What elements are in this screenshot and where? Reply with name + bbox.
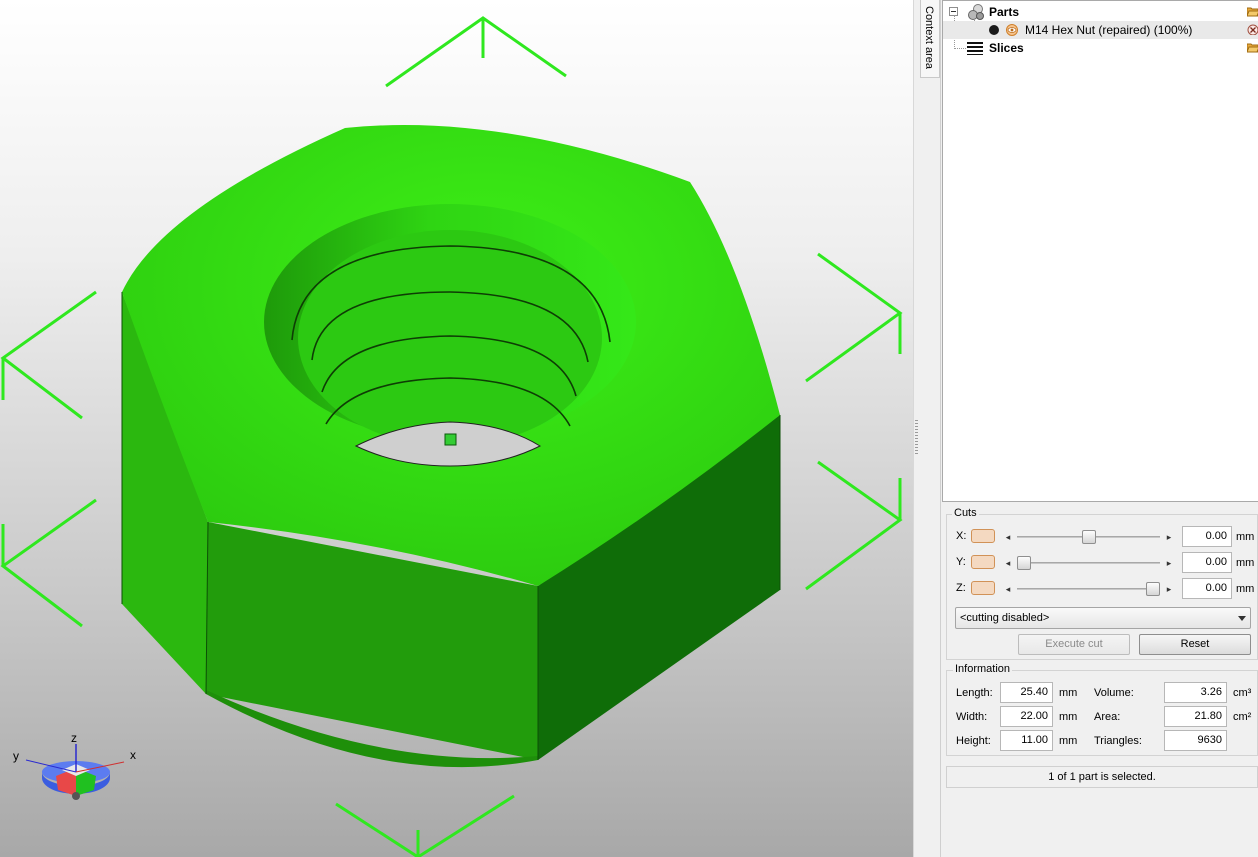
cutting-mode-value: <cutting disabled>: [960, 612, 1050, 624]
context-strip: Context area: [919, 0, 941, 857]
part-dot-icon: [989, 25, 999, 35]
cut-slider-z[interactable]: ◂ ▸: [1003, 581, 1174, 597]
tree-item-part[interactable]: M14 Hex Nut (repaired) (100%): [943, 21, 1258, 39]
cut-slider-x[interactable]: ◂ ▸: [1003, 529, 1174, 545]
information-title: Information: [953, 663, 1013, 675]
length-unit: mm: [1059, 687, 1078, 699]
tree-item-slices[interactable]: Slices: [943, 39, 1258, 57]
width-label: Width:: [956, 711, 988, 723]
height-label: Height:: [956, 735, 991, 747]
chevron-down-icon: [1238, 616, 1246, 621]
triangles-label: Triangles:: [1094, 735, 1142, 747]
width-value: 22.00: [1000, 706, 1053, 727]
axis-y-label: y: [13, 749, 19, 763]
hex-nut-model[interactable]: [121, 125, 781, 768]
area-label: Area:: [1094, 711, 1121, 723]
cut-color-swatch[interactable]: [971, 581, 995, 595]
folder-open-icon[interactable]: [1247, 6, 1258, 17]
parts-tree[interactable]: Parts M14 Hex Nut (repaired) (100%) Slic…: [942, 0, 1258, 502]
folder-open-icon[interactable]: [1247, 42, 1258, 53]
cut-axis-label: Y:: [956, 556, 966, 568]
cut-axis-label: X:: [956, 530, 967, 542]
context-area-tab[interactable]: Context area: [920, 0, 940, 78]
slider-right-arrow[interactable]: ▸: [1164, 529, 1174, 545]
volume-unit: cm³: [1233, 687, 1252, 699]
parts-icon: [968, 4, 984, 20]
slider-left-arrow[interactable]: ◂: [1003, 581, 1013, 597]
axes-gizmo: z y x: [13, 731, 136, 800]
slices-label: Slices: [989, 41, 1024, 55]
slider-thumb[interactable]: [1081, 530, 1096, 544]
slider-right-arrow[interactable]: ▸: [1164, 581, 1174, 597]
slider-left-arrow[interactable]: ◂: [1003, 555, 1013, 571]
cut-unit: mm: [1236, 583, 1255, 595]
slider-left-arrow[interactable]: ◂: [1003, 529, 1013, 545]
pivot-handle: [444, 433, 457, 446]
context-area-label: Context area: [923, 6, 935, 69]
selection-status: 1 of 1 part is selected.: [946, 766, 1258, 788]
cut-axis-label: Z:: [956, 582, 966, 594]
cut-color-swatch[interactable]: [971, 555, 995, 569]
cut-color-swatch[interactable]: [971, 529, 995, 543]
cut-value-y[interactable]: 0.00: [1182, 552, 1232, 573]
volume-value: 3.26: [1164, 682, 1227, 703]
area-value: 21.80: [1164, 706, 1227, 727]
slices-stack-icon: [967, 42, 983, 55]
cut-unit: mm: [1236, 557, 1255, 569]
part-label: M14 Hex Nut (repaired) (100%): [1025, 23, 1193, 37]
cut-slider-y[interactable]: ◂ ▸: [1003, 555, 1174, 571]
right-panel: Parts M14 Hex Nut (repaired) (100%) Slic…: [941, 0, 1258, 857]
cuts-title: Cuts: [952, 507, 979, 519]
cut-unit: mm: [1236, 531, 1255, 543]
width-unit: mm: [1059, 711, 1078, 723]
axis-z-label: z: [71, 731, 77, 745]
tree-item-parts[interactable]: Parts: [943, 3, 1258, 21]
height-value: 11.00: [1000, 730, 1053, 751]
area-unit: cm²: [1233, 711, 1252, 723]
reset-button[interactable]: Reset: [1139, 634, 1251, 655]
slider-thumb[interactable]: [1146, 582, 1160, 596]
cut-value-z[interactable]: 0.00: [1182, 578, 1232, 599]
axis-x-label: x: [130, 748, 136, 762]
cutting-mode-select[interactable]: <cutting disabled>: [955, 607, 1251, 629]
eye-icon[interactable]: [1005, 24, 1019, 36]
volume-label: Volume:: [1094, 687, 1134, 699]
length-label: Length:: [956, 687, 993, 699]
length-value: 25.40: [1000, 682, 1053, 703]
execute-cut-button[interactable]: Execute cut: [1018, 634, 1130, 655]
model-canvas[interactable]: z y x: [0, 0, 913, 857]
slider-right-arrow[interactable]: ▸: [1164, 555, 1174, 571]
height-unit: mm: [1059, 735, 1078, 747]
cut-value-x[interactable]: 0.00: [1182, 526, 1232, 547]
triangles-value: 9630: [1164, 730, 1227, 751]
slider-thumb[interactable]: [1017, 556, 1031, 570]
parts-label: Parts: [989, 5, 1020, 19]
splitter-grip[interactable]: [915, 420, 918, 456]
3d-viewport[interactable]: z y x: [0, 0, 913, 857]
remove-circle-icon[interactable]: [1247, 24, 1258, 35]
